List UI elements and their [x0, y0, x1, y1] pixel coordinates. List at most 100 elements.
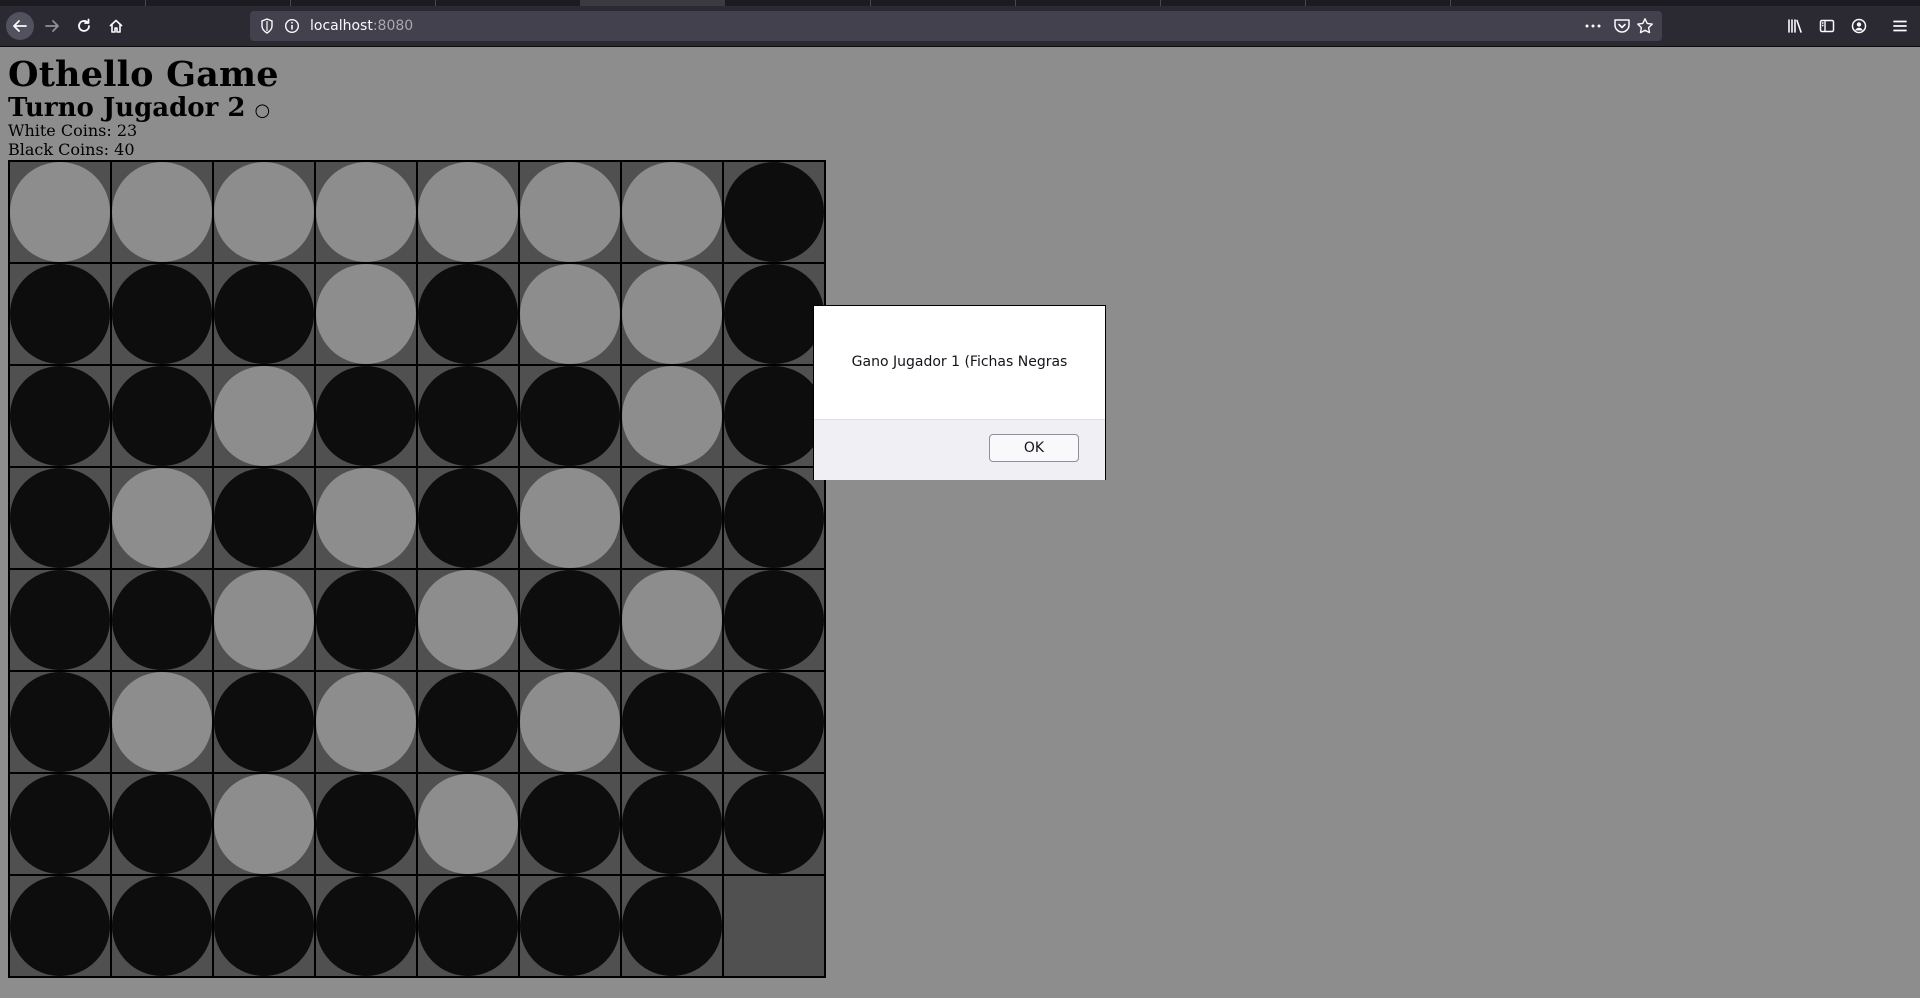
board-cell[interactable]: [111, 773, 213, 875]
board-cell[interactable]: [417, 671, 519, 773]
board-cell[interactable]: [213, 875, 315, 977]
board-cell[interactable]: [621, 365, 723, 467]
board-cell[interactable]: [417, 365, 519, 467]
site-info-icon[interactable]: [284, 18, 300, 34]
page-title: Othello Game: [8, 54, 279, 95]
board-cell[interactable]: [519, 569, 621, 671]
white-disc: [214, 774, 314, 874]
turn-indicator: Turno Jugador 2 ○: [8, 95, 270, 121]
ok-button[interactable]: OK: [989, 434, 1079, 462]
board-cell[interactable]: [111, 365, 213, 467]
more-actions-icon[interactable]: [1584, 17, 1602, 35]
board-cell[interactable]: [111, 671, 213, 773]
black-disc: [10, 264, 110, 364]
board-cell[interactable]: [315, 569, 417, 671]
board-cell[interactable]: [9, 467, 111, 569]
black-disc: [724, 162, 824, 262]
board-cell[interactable]: [9, 875, 111, 977]
board-cell[interactable]: [213, 773, 315, 875]
board-cell[interactable]: [519, 671, 621, 773]
board-cell[interactable]: [213, 161, 315, 263]
board-cell[interactable]: [213, 365, 315, 467]
board-cell[interactable]: [723, 263, 825, 365]
board-cell[interactable]: [111, 161, 213, 263]
board-cell[interactable]: [621, 467, 723, 569]
board-cell[interactable]: [315, 467, 417, 569]
board-cell[interactable]: [9, 263, 111, 365]
library-button[interactable]: [1781, 12, 1809, 40]
board-cell[interactable]: [417, 467, 519, 569]
board-cell[interactable]: [9, 671, 111, 773]
board-cell[interactable]: [621, 773, 723, 875]
board-cell[interactable]: [213, 467, 315, 569]
board-cell[interactable]: [213, 263, 315, 365]
black-disc: [520, 366, 620, 466]
browser-toolbar: localhost:8080: [0, 6, 1920, 47]
board-cell[interactable]: [213, 569, 315, 671]
board-cell[interactable]: [723, 161, 825, 263]
home-button[interactable]: [102, 12, 130, 40]
white-disc: [520, 672, 620, 772]
board-cell[interactable]: [111, 875, 213, 977]
board-cell[interactable]: [621, 263, 723, 365]
black-disc: [724, 366, 824, 466]
account-button[interactable]: [1845, 12, 1873, 40]
board-cell[interactable]: [417, 569, 519, 671]
board-cell[interactable]: [111, 263, 213, 365]
board-cell[interactable]: [621, 569, 723, 671]
black-disc: [10, 570, 110, 670]
url-text[interactable]: localhost:8080: [310, 18, 413, 34]
white-disc: [316, 162, 416, 262]
board-cell[interactable]: [315, 773, 417, 875]
board-cell[interactable]: [9, 365, 111, 467]
board-cell[interactable]: [723, 365, 825, 467]
board-cell[interactable]: [723, 773, 825, 875]
board-cell[interactable]: [519, 773, 621, 875]
board-cell[interactable]: [315, 671, 417, 773]
board-cell[interactable]: [111, 569, 213, 671]
forward-button[interactable]: [38, 12, 66, 40]
board-cell[interactable]: [417, 161, 519, 263]
board-cell[interactable]: [417, 875, 519, 977]
board-cell[interactable]: [417, 263, 519, 365]
black-disc: [520, 774, 620, 874]
reload-button[interactable]: [70, 12, 98, 40]
address-bar[interactable]: localhost:8080: [250, 11, 1662, 41]
board-cell[interactable]: [315, 263, 417, 365]
back-arrow-icon: [13, 20, 27, 32]
app-menu-button[interactable]: [1886, 12, 1914, 40]
white-disc: [622, 570, 722, 670]
url-host: localhost: [310, 18, 373, 34]
board-cell[interactable]: [621, 161, 723, 263]
board-cell[interactable]: [315, 365, 417, 467]
board-cell[interactable]: [315, 875, 417, 977]
back-button[interactable]: [6, 12, 34, 40]
bookmark-star-icon[interactable]: [1636, 17, 1654, 35]
board-cell[interactable]: [9, 773, 111, 875]
board-cell[interactable]: [9, 569, 111, 671]
board-cell[interactable]: [621, 875, 723, 977]
board-cell[interactable]: [519, 263, 621, 365]
board-cell[interactable]: [417, 773, 519, 875]
board-cell[interactable]: [315, 161, 417, 263]
board-cell[interactable]: [111, 467, 213, 569]
board-cell[interactable]: [723, 671, 825, 773]
sidebar-button[interactable]: [1813, 12, 1841, 40]
board-cell[interactable]: [519, 365, 621, 467]
tracking-shield-icon[interactable]: [260, 18, 274, 34]
board-cell[interactable]: [621, 671, 723, 773]
board-cell[interactable]: [519, 161, 621, 263]
board-cell[interactable]: [213, 671, 315, 773]
black-disc: [214, 468, 314, 568]
pocket-icon[interactable]: [1613, 17, 1631, 35]
black-disc: [10, 774, 110, 874]
board-cell[interactable]: [519, 875, 621, 977]
black-disc: [418, 468, 518, 568]
board-cell[interactable]: [519, 467, 621, 569]
board-cell[interactable]: [723, 875, 825, 977]
black-disc: [316, 570, 416, 670]
board-cell[interactable]: [9, 161, 111, 263]
board-cell[interactable]: [723, 467, 825, 569]
white-disc: [622, 366, 722, 466]
board-cell[interactable]: [723, 569, 825, 671]
